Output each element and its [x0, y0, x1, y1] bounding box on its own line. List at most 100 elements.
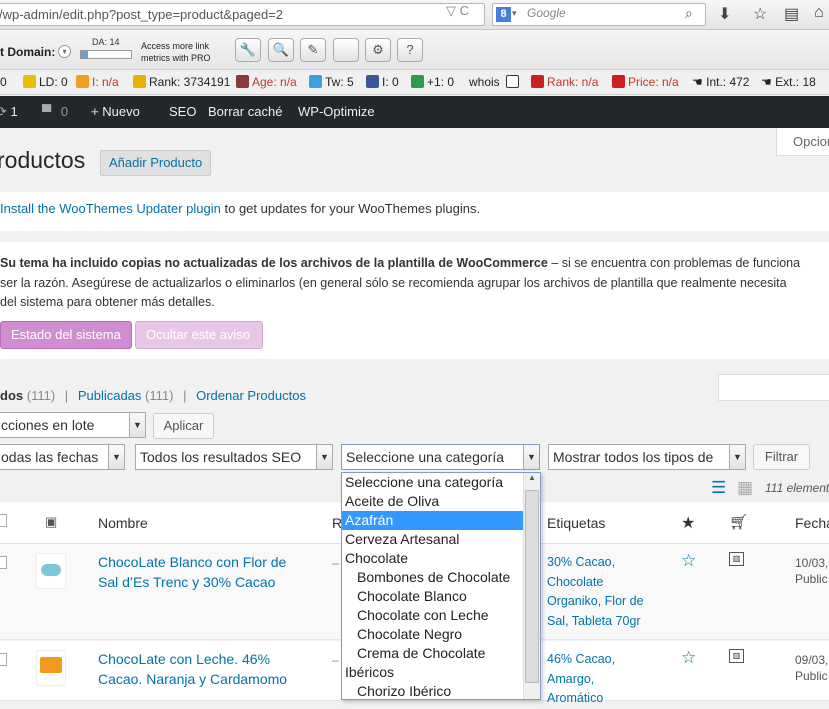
filter-all[interactable]: dos — [0, 388, 23, 403]
apply-button[interactable]: Aplicar — [153, 413, 214, 439]
select-all-checkbox[interactable] — [0, 514, 7, 527]
product-type-select[interactable]: Mostrar todos los tipos de ▼ — [548, 444, 746, 470]
stat-ld[interactable]: LD: 0 — [23, 75, 68, 89]
stat-gplus[interactable]: +1: 0 — [411, 75, 454, 89]
magnifier-icon[interactable]: 🔍 — [268, 38, 294, 62]
screen-options-tab[interactable]: Opcion — [776, 128, 829, 156]
wrench-icon[interactable]: 🔧 — [235, 38, 261, 62]
featured-star-icon[interactable]: ☆ — [681, 648, 696, 668]
category-option[interactable]: Aceite de Oliva — [342, 492, 540, 511]
stat-facebook[interactable]: I: 0 — [366, 75, 399, 89]
date-filter-select[interactable]: odas las fechas ▼ — [0, 444, 125, 470]
status-filter-links: dos (111) | Publicadas (111) | Ordenar P… — [0, 388, 306, 403]
category-option[interactable]: Bombones de Chocolate — [342, 568, 540, 587]
product-type-value: Mostrar todos los tipos de — [553, 449, 714, 465]
col-date[interactable]: Fecha — [795, 515, 829, 531]
stat-internal-links[interactable]: ☚ Int.: 472 — [692, 75, 749, 89]
tag[interactable]: Aromático — [547, 691, 603, 705]
category-option[interactable]: Chocolate Negro — [342, 625, 540, 644]
featured-star-icon[interactable]: ★ — [681, 513, 695, 533]
help-icon[interactable]: ? — [397, 38, 423, 62]
dropdown-scrollbar[interactable]: ▲ — [523, 473, 540, 699]
settings-gear-icon[interactable]: ⚙ — [365, 38, 391, 62]
scrollbar-thumb[interactable] — [525, 490, 539, 683]
category-filter-select[interactable]: Seleccione una categoría ▼ — [341, 444, 540, 470]
category-option[interactable]: Chocolate con Leche — [342, 606, 540, 625]
product-name-link[interactable]: ChocoLate con Leche. 46% Cacao. Naranja y… — [98, 649, 287, 689]
hide-notice-button[interactable]: Ocultar este aviso — [135, 321, 263, 349]
category-dropdown-list[interactable]: Seleccione una categoría Aceite de Oliva A… — [341, 472, 541, 700]
system-status-button[interactable]: Estado del sistema — [0, 321, 132, 349]
filter-published[interactable]: Publicadas — [78, 388, 142, 403]
row-checkbox[interactable] — [0, 653, 7, 666]
seo-menu[interactable]: SEO — [169, 104, 196, 119]
tag[interactable]: Chocolate — [547, 575, 603, 589]
comments-item[interactable]: ▀ 0 — [42, 104, 68, 119]
product-name-line1: ChocoLate con Leche. 46% — [98, 651, 271, 667]
stat-rank[interactable]: Rank: 3734191 — [133, 75, 230, 89]
product-thumbnail[interactable] — [36, 650, 66, 686]
excerpt-view-icon[interactable]: ▦ — [737, 478, 753, 498]
category-option[interactable]: Cerveza Artesanal — [342, 530, 540, 549]
category-option[interactable]: Crema de Chocolate — [342, 644, 540, 663]
url-bar[interactable]: /wp-admin/edit.php?post_type=product&pag… — [0, 3, 485, 26]
new-menu[interactable]: + Nuevo — [91, 104, 140, 119]
bookmark-star-icon[interactable]: ☆ — [753, 4, 767, 24]
pencil-icon[interactable]: ✎ — [300, 38, 326, 62]
engine-caret-icon[interactable]: ▾ — [512, 8, 517, 19]
category-option[interactable]: Chocolate Blanco — [342, 587, 540, 606]
filter-button[interactable]: Filtrar — [753, 444, 810, 470]
featured-star-icon[interactable]: ☆ — [681, 551, 696, 571]
domain-dropdown-icon[interactable]: ▾ — [58, 45, 71, 58]
category-option[interactable]: Seleccione una categoría — [342, 473, 540, 492]
category-option[interactable]: Ibéricos — [342, 663, 540, 682]
list-view-icon[interactable]: ☰ — [711, 478, 726, 498]
whois-link[interactable]: whois — [469, 75, 500, 89]
bulk-actions-select[interactable]: cciones en lote ▼ — [0, 412, 146, 438]
reload-icon[interactable]: C — [460, 3, 469, 18]
category-option[interactable]: Chorizo Ibérico — [342, 682, 540, 699]
download-icon[interactable]: ⬇ — [718, 4, 731, 24]
tag[interactable]: 46% Cacao, — [547, 652, 615, 666]
clear-cache-menu[interactable]: Borrar caché — [208, 104, 282, 119]
updates-item[interactable]: ⟳ 1 — [0, 104, 18, 120]
domain-authority-fill — [81, 51, 88, 58]
seo-filter-select[interactable]: Todos los resultados SEO ▼ — [135, 444, 333, 470]
tag[interactable]: Organiko, Flor de — [547, 594, 644, 608]
product-tags[interactable]: 30% Cacao, Chocolate Organiko, Flor de Sal,… — [547, 553, 644, 631]
stat-external-links[interactable]: ☚ Ext.: 18 — [761, 75, 816, 89]
product-tags[interactable]: 46% Cacao, Amargo, Aromático — [547, 650, 615, 709]
blank-button[interactable] — [333, 38, 359, 62]
category-option[interactable]: Azafrán — [342, 511, 540, 530]
order-products-link[interactable]: Ordenar Productos — [196, 388, 306, 403]
url-bar-icons[interactable]: ▽ C — [446, 3, 469, 19]
google-engine-icon[interactable]: 8 — [496, 7, 511, 22]
bookmarks-menu-icon[interactable]: ▤ — [784, 4, 799, 24]
stat-price[interactable]: Price: n/a — [612, 75, 679, 89]
col-name[interactable]: Nombre — [98, 515, 148, 531]
stat-rank2[interactable]: Rank: n/a — [531, 75, 598, 89]
browser-search-box[interactable]: 8 ▾ Google ⌕ — [492, 3, 706, 26]
thumbnail-graphic — [41, 564, 61, 576]
tag[interactable]: Sal, Tableta 70gr — [547, 614, 641, 628]
product-thumbnail[interactable] — [36, 553, 66, 589]
updater-notice: Install the WooThemes Updater plugin to … — [0, 192, 829, 231]
stat-age[interactable]: Age: n/a — [236, 75, 297, 89]
stat-twitter[interactable]: Tw: 5 — [309, 75, 354, 89]
tag[interactable]: 30% Cacao, — [547, 555, 615, 569]
home-icon[interactable]: ⌂ — [814, 4, 824, 22]
wp-optimize-menu[interactable]: WP-Optimize — [298, 104, 375, 119]
stat-item[interactable]: 0 — [0, 75, 7, 89]
search-go-icon[interactable]: ⌕ — [685, 5, 693, 22]
scroll-up-icon[interactable]: ▲ — [524, 473, 540, 482]
add-product-button[interactable]: Añadir Producto — [100, 150, 212, 176]
pro-metrics-text[interactable]: Access more link metrics with PRO — [141, 40, 211, 64]
product-search-input[interactable] — [718, 374, 829, 401]
category-option[interactable]: Chocolate — [342, 549, 540, 568]
stat-index[interactable]: I: n/a — [76, 75, 119, 89]
source-code-icon[interactable] — [506, 75, 522, 89]
updater-plugin-link[interactable]: Install the WooThemes Updater plugin — [0, 201, 221, 216]
product-name-link[interactable]: ChocoLate Blanco con Flor de Sal d’Es Tre… — [98, 552, 286, 592]
tag[interactable]: Amargo, — [547, 672, 594, 686]
row-checkbox[interactable] — [0, 556, 7, 569]
